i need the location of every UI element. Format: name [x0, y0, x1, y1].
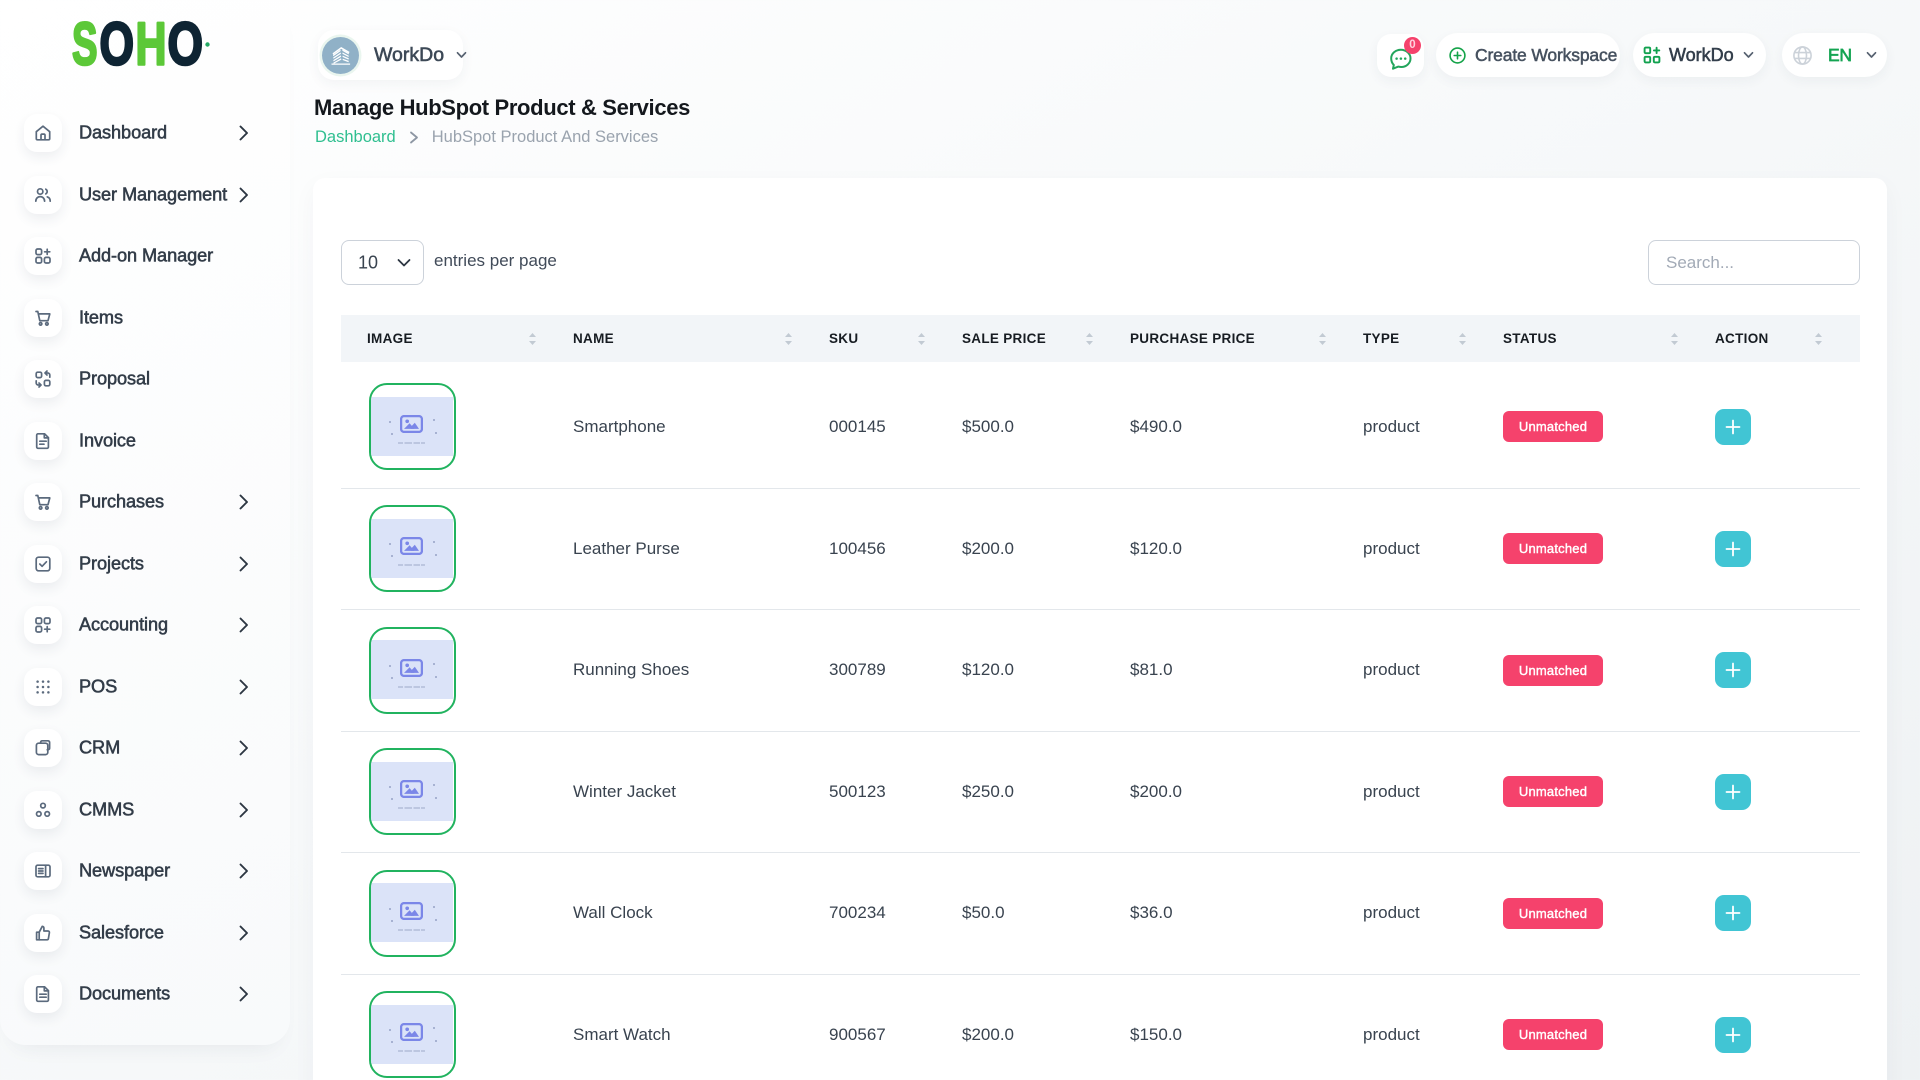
- svg-text:S: S: [72, 10, 98, 77]
- svg-text:O: O: [168, 10, 204, 77]
- svg-text:O: O: [100, 10, 135, 77]
- svg-text:H: H: [136, 10, 167, 77]
